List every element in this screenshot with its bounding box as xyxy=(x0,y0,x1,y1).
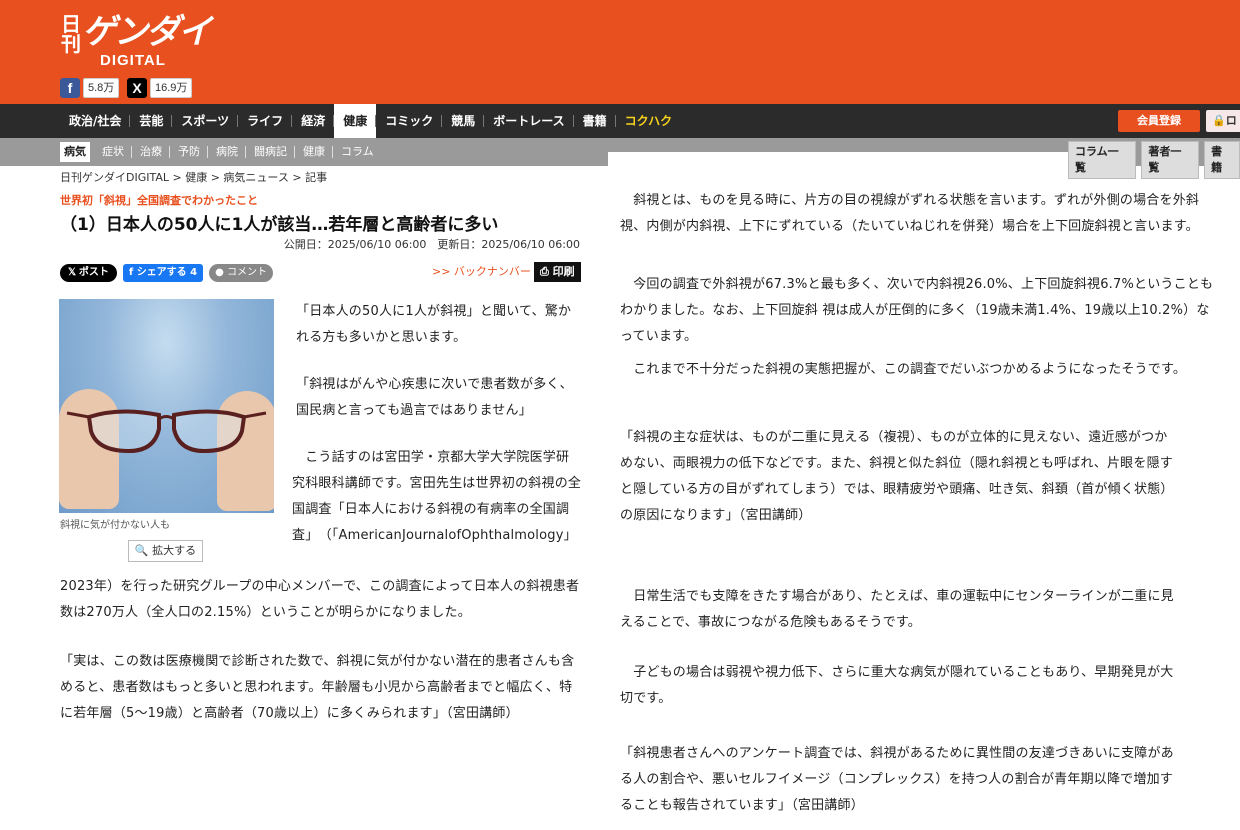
login-label: ロ xyxy=(1225,114,1237,127)
facebook-follow[interactable]: f 5.8万 xyxy=(60,78,120,98)
article-paragraph: 「斜視患者さんへのアンケート調査では、斜視があるために異性間の友達づきあいに支障… xyxy=(620,746,1174,813)
logo-nikkan: 日刊 xyxy=(61,12,81,56)
glasses-graphic xyxy=(66,409,267,454)
subnav-right: コラム一覧 著者一覧 書籍 xyxy=(1068,141,1240,179)
subnav-item-treatment[interactable]: 治療 xyxy=(132,143,170,161)
share-x-label: ポスト xyxy=(78,267,109,278)
article-paragraph: これまで不十分だった斜視の実態把握が、この調査でだいぶつかめるようになったそうで… xyxy=(620,362,1187,377)
share-fb-label: シェアする 4 xyxy=(136,267,198,278)
article-paragraph: 「実は、この数は医療機関で診断された数で、斜視に気が付かない潜在的患者さんも含め… xyxy=(60,654,575,721)
author-list-button[interactable]: 著者一覧 xyxy=(1141,141,1200,179)
print-button[interactable]: ⎙ 印刷 xyxy=(534,262,581,282)
login-button[interactable]: 🔒ロ xyxy=(1206,110,1240,132)
facebook-icon: f xyxy=(60,78,80,98)
article-paragraph: 2023年）を行った研究グループの中心メンバーで、この調査によって日本人の斜視患… xyxy=(60,579,580,620)
subnav-item-hospital[interactable]: 病院 xyxy=(208,143,246,161)
magnify-icon: 🔍 xyxy=(134,544,153,557)
main-nav: 政治/社会 芸能 スポーツ ライフ 経済 健康 コミック 競馬 ボートレース 書… xyxy=(0,104,1240,138)
logo-digital: DIGITAL xyxy=(100,52,166,69)
printer-icon: ⎙ xyxy=(540,265,553,278)
lock-icon: 🔒 xyxy=(1212,114,1226,127)
nav-item-entertainment[interactable]: 芸能 xyxy=(130,104,173,138)
photo-caption: 斜視に気が付かない人も xyxy=(60,520,170,531)
comment-icon: ● xyxy=(215,267,228,278)
nav-item-life[interactable]: ライフ xyxy=(238,104,293,138)
x-icon: 𝕏 xyxy=(68,267,79,278)
article-paragraph: 「斜視はがんや心疾患に次いで患者数が多く、国民病と言っても過言ではありません」 xyxy=(296,377,573,418)
zoom-button[interactable]: 🔍 拡大する xyxy=(128,540,203,562)
nav-item-boatrace[interactable]: ボートレース xyxy=(484,104,575,138)
article-dates: 公開日：2025/06/10 06:00 更新日：2025/06/10 06:0… xyxy=(283,238,580,251)
share-bar: 𝕏 ポスト f シェアする 4 ● コメント xyxy=(60,264,274,282)
back-number-link[interactable]: >> バックナンバー xyxy=(432,265,531,279)
subnav-item-column[interactable]: コラム xyxy=(333,143,382,161)
print-label: 印刷 xyxy=(552,265,575,278)
column-list-button[interactable]: コラム一覧 xyxy=(1068,141,1137,179)
article-paragraph: 子どもの場合は弱視や視力低下、さらに重大な病気が隠れていることもあり、早期発見が… xyxy=(620,665,1174,706)
x-count: 16.9万 xyxy=(150,78,193,98)
facebook-icon: f xyxy=(128,267,137,278)
facebook-count: 5.8万 xyxy=(83,78,120,98)
comment-label: コメント xyxy=(227,267,268,278)
comment-button[interactable]: ● コメント xyxy=(209,264,274,282)
subnav-item-disease[interactable]: 病気 xyxy=(60,142,90,162)
breadcrumb[interactable]: 日刊ゲンダイDIGITAL > 健康 > 病気ニュース > 記事 xyxy=(60,171,327,185)
nav-items: 政治/社会 芸能 スポーツ ライフ 経済 健康 コミック 競馬 ボートレース 書… xyxy=(60,104,681,138)
logo-main: ゲンダイ xyxy=(82,12,212,52)
subnav-item-symptoms[interactable]: 症状 xyxy=(94,143,132,161)
nav-item-politics[interactable]: 政治/社会 xyxy=(60,104,131,138)
article-photo[interactable] xyxy=(59,299,274,513)
article-headline: （1）日本人の50人に1人が該当…若年層と高齢者に多い xyxy=(60,215,499,235)
books-button[interactable]: 書籍 xyxy=(1204,141,1240,179)
member-register-button[interactable]: 会員登録 xyxy=(1118,110,1200,132)
article-paragraph: 「斜視の主な症状は、ものが二重に見える（複視）、ものが立体的に見えない、遠近感が… xyxy=(620,430,1174,523)
nav-item-keiba[interactable]: 競馬 xyxy=(442,104,485,138)
article-kicker[interactable]: 世界初「斜視」全国調査でわかったこと xyxy=(60,194,258,208)
article-paragraph: 日常生活でも支障をきたす場合があり、たとえば、車の運転中にセンターラインが二重に… xyxy=(620,589,1174,630)
article-paragraph: こう話すのは宮田学・京都大学大学院医学研究科眼科講師です。宮田先生は世界初の斜視… xyxy=(292,450,582,543)
nav-item-sports[interactable]: スポーツ xyxy=(172,104,238,138)
layout-gap xyxy=(608,152,1068,166)
subnav-item-prevention[interactable]: 予防 xyxy=(170,143,208,161)
nav-item-books[interactable]: 書籍 xyxy=(574,104,616,138)
article-paragraph: 斜視とは、ものを見る時に、片方の目の視線がずれる状態を言います。ずれが外側の場合… xyxy=(620,193,1200,234)
zoom-label: 拡大する xyxy=(152,544,197,557)
share-facebook-button[interactable]: f シェアする 4 xyxy=(122,264,204,282)
site-logo[interactable]: 日刊 ゲンダイ DIGITAL xyxy=(60,10,212,72)
subnav-item-illness-diary[interactable]: 闘病記 xyxy=(246,143,295,161)
article-paragraph: 今回の調査で外斜視が67.3%と最も多く、次いで内斜視26.0%、上下回旋斜視6… xyxy=(620,277,1214,344)
subnav-item-health[interactable]: 健康 xyxy=(295,143,333,161)
site-header: 日刊 ゲンダイ DIGITAL f 5.8万 X 16.9万 xyxy=(0,0,1240,104)
nav-item-comic[interactable]: コミック xyxy=(376,104,443,138)
article-paragraph: 「日本人の50人に1人が斜視」と聞いて、驚かれる方も多いかと思います。 xyxy=(296,304,572,345)
subnav-items: 病気 症状 治療 予防 病院 闘病記 健康 コラム xyxy=(60,138,382,166)
x-icon: X xyxy=(127,78,147,98)
x-follow[interactable]: X 16.9万 xyxy=(127,78,193,98)
nav-item-kokuhaku[interactable]: コクハク xyxy=(616,104,681,138)
share-x-button[interactable]: 𝕏 ポスト xyxy=(60,264,117,282)
nav-item-economy[interactable]: 経済 xyxy=(292,104,335,138)
nav-item-health[interactable]: 健康 xyxy=(334,104,377,138)
